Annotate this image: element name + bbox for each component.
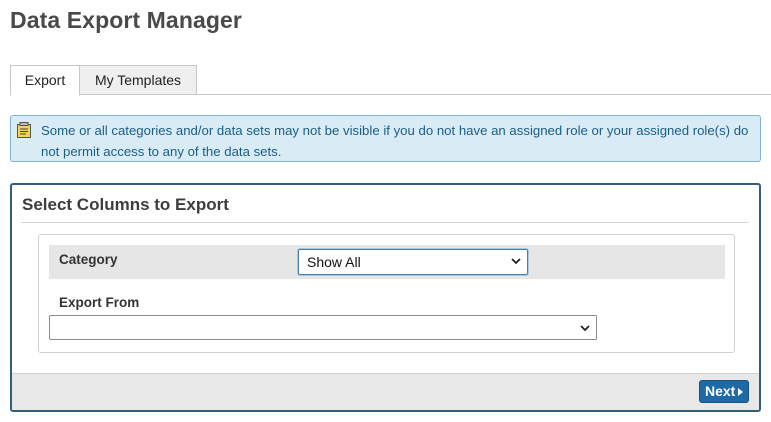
info-banner-text: Some or all categories and/or data sets … — [41, 123, 749, 159]
page-title: Data Export Manager — [10, 7, 242, 33]
info-banner: Some or all categories and/or data sets … — [10, 115, 761, 162]
export-options-box: Category Show All Export From — [38, 234, 735, 353]
tab-my-templates[interactable]: My Templates — [80, 65, 197, 95]
panel-divider — [21, 222, 749, 223]
next-button-label: Next — [705, 383, 736, 399]
notepad-icon — [17, 122, 31, 138]
select-columns-panel: Select Columns to Export Category Show A… — [10, 183, 761, 412]
chevron-down-icon — [511, 258, 521, 265]
export-from-label: Export From — [59, 295, 140, 310]
category-select[interactable]: Show All — [298, 249, 528, 275]
category-row: Category Show All — [49, 245, 725, 279]
category-label: Category — [59, 252, 118, 267]
category-select-value: Show All — [307, 254, 361, 270]
tab-export[interactable]: Export — [10, 65, 80, 96]
caret-right-icon — [738, 388, 743, 396]
tab-bar: Export My Templates — [10, 65, 771, 96]
export-from-select[interactable] — [49, 315, 597, 340]
chevron-down-icon — [580, 325, 590, 332]
panel-title: Select Columns to Export — [22, 195, 229, 214]
next-button[interactable]: Next — [699, 380, 749, 403]
panel-footer: Next — [12, 373, 759, 410]
page: Data Export Manager Export My Templates … — [0, 0, 771, 422]
